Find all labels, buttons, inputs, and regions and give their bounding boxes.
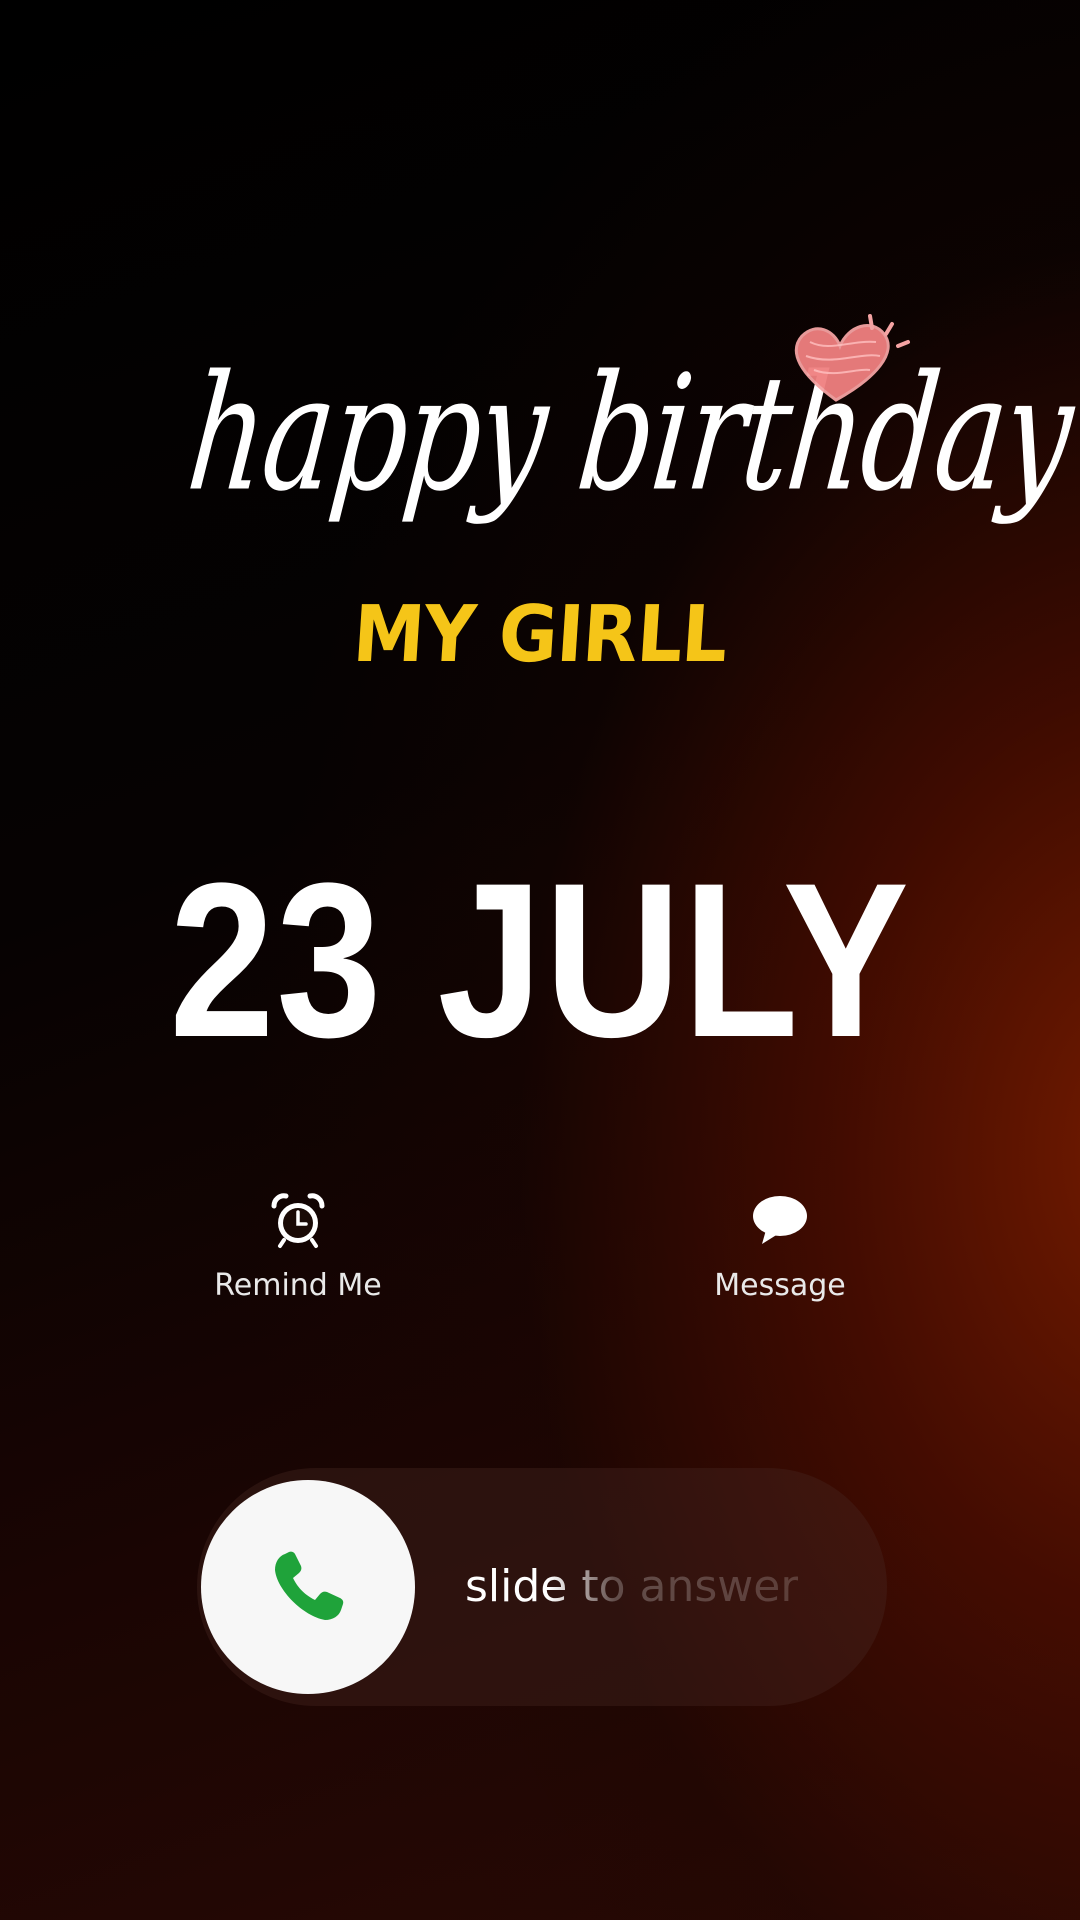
answer-knob[interactable] xyxy=(201,1480,415,1694)
phone-icon xyxy=(275,1551,344,1620)
birthday-headline: happy birthday MY GIRLL xyxy=(0,300,1080,680)
greeting-sub-text: MY GIRLL xyxy=(350,590,730,680)
slide-to-answer-slider[interactable]: slide to answer xyxy=(197,1468,887,1706)
alarm-clock-icon xyxy=(271,1193,325,1248)
speech-bubble-icon xyxy=(753,1196,807,1244)
heart-icon xyxy=(794,314,910,402)
remind-me-label: Remind Me xyxy=(214,1268,382,1303)
message-button[interactable]: Message xyxy=(650,1190,910,1303)
slide-to-answer-label: slide to answer xyxy=(465,1468,798,1706)
incoming-call-screen: happy birthday MY GIRLL 23 JULY Remind M… xyxy=(0,0,1080,1920)
greeting-script-text: happy birthday xyxy=(180,340,1080,527)
date-title: 23 JULY xyxy=(169,837,911,1083)
message-label: Message xyxy=(714,1268,846,1303)
remind-me-button[interactable]: Remind Me xyxy=(168,1190,428,1303)
